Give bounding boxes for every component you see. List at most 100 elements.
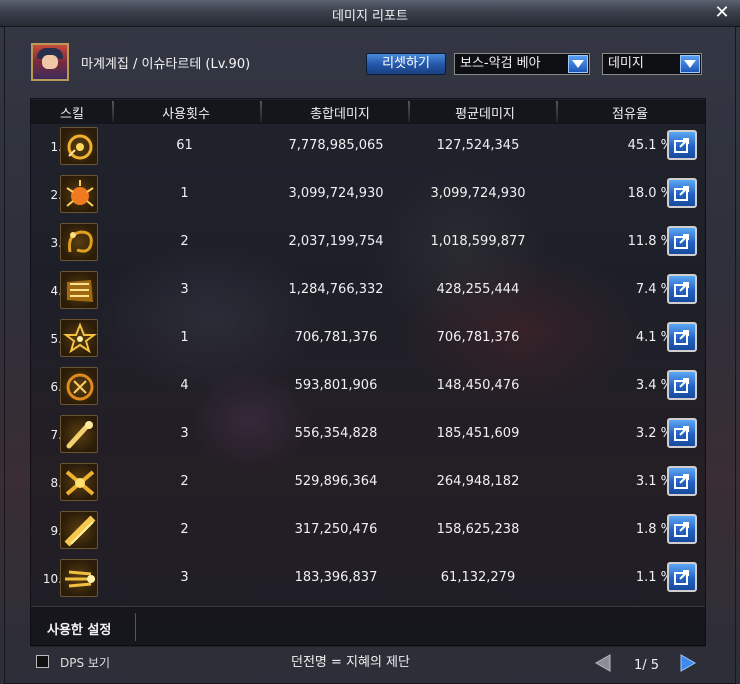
row-avg-damage: 428,255,444	[436, 282, 520, 297]
row-avg-damage: 61,132,279	[440, 570, 516, 585]
row-share: 45.1 %	[627, 138, 673, 153]
row-share: 7.4 %	[635, 282, 673, 297]
table-row: 3. 2 2,037,199,754 1,018,599,877 11.8 %	[31, 218, 705, 266]
avatar-face	[42, 55, 58, 69]
cross-slash-skill-icon[interactable]	[60, 463, 98, 501]
row-avg-damage: 264,948,182	[436, 474, 520, 489]
row-rank: 7.	[50, 428, 62, 442]
table-row: 1. 61 7,778,985,065 127,524,345 45.1 %	[31, 122, 705, 170]
share-export-button[interactable]	[667, 130, 697, 160]
share-icon	[674, 378, 689, 393]
row-avg-damage: 158,625,238	[436, 522, 520, 537]
row-share: 3.2 %	[635, 426, 673, 441]
row-avg-damage: 185,451,609	[436, 426, 520, 441]
share-export-button[interactable]	[667, 274, 697, 304]
dps-checkbox[interactable]	[36, 655, 49, 668]
flame-burst-skill-icon[interactable]	[60, 175, 98, 213]
close-button[interactable]: ✕	[712, 3, 732, 23]
row-total-damage: 7,778,985,065	[288, 138, 384, 153]
share-icon	[674, 330, 689, 345]
column-header-total-damage: 총합데미지	[310, 107, 370, 122]
share-export-button[interactable]	[667, 178, 697, 208]
share-export-button[interactable]	[667, 514, 697, 544]
reset-button[interactable]: 리셋하기	[366, 53, 446, 75]
row-total-damage: 593,801,906	[294, 378, 378, 393]
share-export-button[interactable]	[667, 418, 697, 448]
share-icon	[674, 522, 689, 537]
share-icon	[674, 138, 689, 153]
chevron-down-icon[interactable]	[568, 55, 588, 73]
row-rank: 3.	[50, 236, 62, 250]
row-use-count: 2	[180, 234, 189, 249]
row-total-damage: 529,896,364	[294, 474, 378, 489]
row-use-count: 61	[176, 138, 193, 153]
target-dropdown[interactable]: 보스-악검 베아	[454, 53, 590, 75]
row-rank: 9.	[50, 524, 62, 538]
table-row: 10. 3 183,396,837 61,132,279 1.1 %	[31, 554, 705, 602]
row-total-damage: 706,781,376	[294, 330, 378, 345]
share-export-button[interactable]	[667, 226, 697, 256]
row-avg-damage: 3,099,724,930	[430, 186, 526, 201]
wave-slash-skill-icon[interactable]	[60, 271, 98, 309]
character-avatar	[31, 43, 69, 81]
diagonal-strike-skill-icon[interactable]	[60, 511, 98, 549]
row-avg-damage: 127,524,345	[436, 138, 520, 153]
target-dropdown-value: 보스-악검 베아	[460, 56, 541, 71]
flame-ring-skill-icon[interactable]	[60, 367, 98, 405]
row-rank: 4.	[50, 284, 62, 298]
row-total-damage: 1,284,766,332	[288, 282, 384, 297]
row-use-count: 2	[180, 474, 189, 489]
spiral-star-skill-icon[interactable]	[60, 127, 98, 165]
bat-swing-skill-icon[interactable]	[60, 415, 98, 453]
metric-dropdown-value: 데미지	[608, 56, 644, 71]
metric-dropdown[interactable]: 데미지	[602, 53, 702, 75]
row-avg-damage: 1,018,599,877	[430, 234, 526, 249]
star-burst-skill-icon[interactable]	[60, 319, 98, 357]
row-rank: 5.	[50, 332, 62, 346]
row-avg-damage: 706,781,376	[436, 330, 520, 345]
table-row: 4. 3 1,284,766,332 428,255,444 7.4 %	[31, 266, 705, 314]
row-share: 3.4 %	[635, 378, 673, 393]
row-use-count: 3	[180, 282, 189, 297]
chevron-down-icon[interactable]	[680, 55, 700, 73]
column-header-use-count: 사용횟수	[162, 107, 210, 122]
row-use-count: 3	[180, 570, 189, 585]
share-icon	[674, 426, 689, 441]
row-total-damage: 556,354,828	[294, 426, 378, 441]
row-share: 4.1 %	[635, 330, 673, 345]
row-avg-damage: 148,450,476	[436, 378, 520, 393]
settings-divider	[135, 613, 136, 641]
row-total-damage: 317,250,476	[294, 522, 378, 537]
share-icon	[674, 474, 689, 489]
share-icon	[674, 570, 689, 585]
column-header-skill: 스킬	[60, 107, 84, 122]
share-export-button[interactable]	[667, 370, 697, 400]
table-row: 9. 2 317,250,476 158,625,238 1.8 %	[31, 506, 705, 554]
row-use-count: 1	[180, 330, 189, 345]
next-page-arrow-icon[interactable]	[679, 654, 697, 672]
settings-label[interactable]: 사용한 설정	[47, 619, 111, 638]
share-export-button[interactable]	[667, 562, 697, 592]
row-rank: 6.	[50, 380, 62, 394]
dark-swirl-skill-icon[interactable]	[60, 223, 98, 261]
share-export-button[interactable]	[667, 322, 697, 352]
dash-strike-skill-icon[interactable]	[60, 559, 98, 597]
row-use-count: 3	[180, 426, 189, 441]
title-bar[interactable]: 데미지 리포트 ✕	[0, 0, 740, 27]
row-rank: 10.	[42, 572, 62, 586]
column-divider	[260, 101, 262, 122]
row-share: 3.1 %	[635, 474, 673, 489]
row-share: 11.8 %	[627, 234, 673, 249]
dungeon-name: 던전명 = 지혜의 제단	[291, 655, 410, 670]
row-total-damage: 183,396,837	[294, 570, 378, 585]
row-share: 1.8 %	[635, 522, 673, 537]
row-share: 1.1 %	[635, 570, 673, 585]
row-total-damage: 2,037,199,754	[288, 234, 384, 249]
row-share: 18.0 %	[627, 186, 673, 201]
row-use-count: 1	[180, 186, 189, 201]
row-use-count: 4	[180, 378, 189, 393]
prev-page-arrow-icon[interactable]	[594, 654, 612, 672]
share-export-button[interactable]	[667, 466, 697, 496]
row-rank: 8.	[50, 476, 62, 490]
dps-label: DPS 보기	[60, 656, 110, 670]
